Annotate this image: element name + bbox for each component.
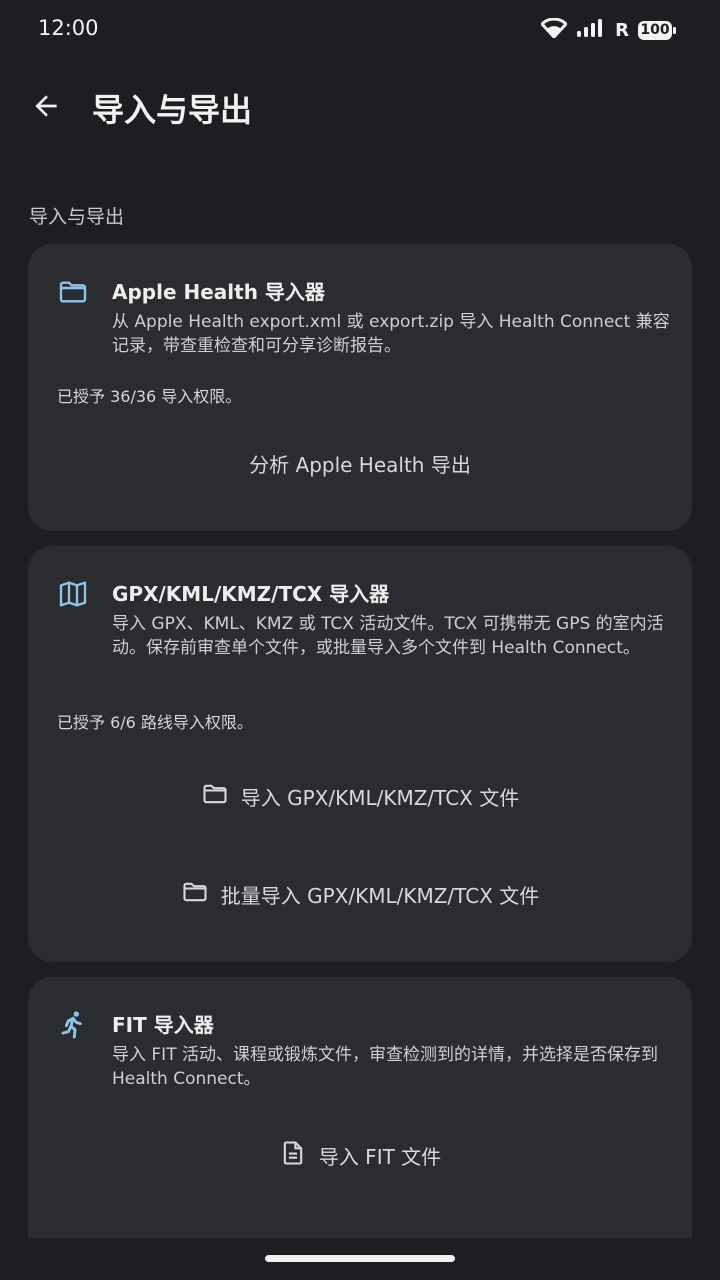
batch-import-route-files-button[interactable]: 批量导入 GPX/KML/KMZ/TCX 文件 xyxy=(28,874,692,914)
folder-icon xyxy=(56,275,90,309)
page-title: 导入与导出 xyxy=(92,91,253,129)
section-header: 导入与导出 xyxy=(29,206,125,228)
import-route-file-button[interactable]: 导入 GPX/KML/KMZ/TCX 文件 xyxy=(28,776,692,816)
status-icons: R 100 xyxy=(540,17,676,42)
document-icon xyxy=(279,1139,307,1172)
card-title: GPX/KML/KMZ/TCX 导入器 xyxy=(112,582,390,606)
card-title: FIT 导入器 xyxy=(112,1013,214,1037)
folder-icon xyxy=(181,878,209,911)
gpx-importer-card: GPX/KML/KMZ/TCX 导入器 导入 GPX、KML、KMZ 或 TCX… xyxy=(28,546,692,962)
battery-icon: 100 xyxy=(638,20,676,40)
permission-status: 已授予 6/6 路线导入权限。 xyxy=(57,713,253,732)
folder-icon xyxy=(201,780,229,813)
running-icon xyxy=(56,1008,90,1042)
fit-importer-card: FIT 导入器 导入 FIT 活动、课程或锻炼文件，审查检测到的详情，并选择是否… xyxy=(28,977,692,1238)
status-time: 12:00 xyxy=(38,16,99,40)
card-description: 导入 GPX、KML、KMZ 或 TCX 活动文件。TCX 可携带无 GPS 的… xyxy=(112,614,664,658)
arrow-back-icon xyxy=(30,90,62,126)
button-label: 导入 GPX/KML/KMZ/TCX 文件 xyxy=(240,785,520,810)
button-label: 批量导入 GPX/KML/KMZ/TCX 文件 xyxy=(220,883,540,908)
signal-icon xyxy=(576,18,606,42)
back-button[interactable] xyxy=(26,88,66,128)
status-bar: 12:00 R 100 xyxy=(0,0,720,60)
permission-status: 已授予 36/36 导入权限。 xyxy=(57,387,242,406)
home-indicator[interactable] xyxy=(265,1255,455,1262)
button-label: 分析 Apple Health 导出 xyxy=(249,452,471,477)
map-icon xyxy=(56,577,90,611)
card-title: Apple Health 导入器 xyxy=(112,280,325,304)
card-description: 导入 FIT 活动、课程或锻炼文件，审查检测到的详情，并选择是否保存到 Heal… xyxy=(112,1045,658,1089)
roaming-r-icon: R xyxy=(615,19,629,41)
wifi-icon xyxy=(540,17,568,42)
apple-health-importer-card: Apple Health 导入器 从 Apple Health export.x… xyxy=(28,244,692,531)
card-description: 从 Apple Health export.xml 或 export.zip 导… xyxy=(112,312,670,356)
button-label: 导入 FIT 文件 xyxy=(318,1144,442,1169)
app-bar: 导入与导出 xyxy=(0,70,720,150)
import-fit-file-button[interactable]: 导入 FIT 文件 xyxy=(28,1135,692,1175)
analyze-apple-health-button[interactable]: 分析 Apple Health 导出 xyxy=(28,443,692,483)
